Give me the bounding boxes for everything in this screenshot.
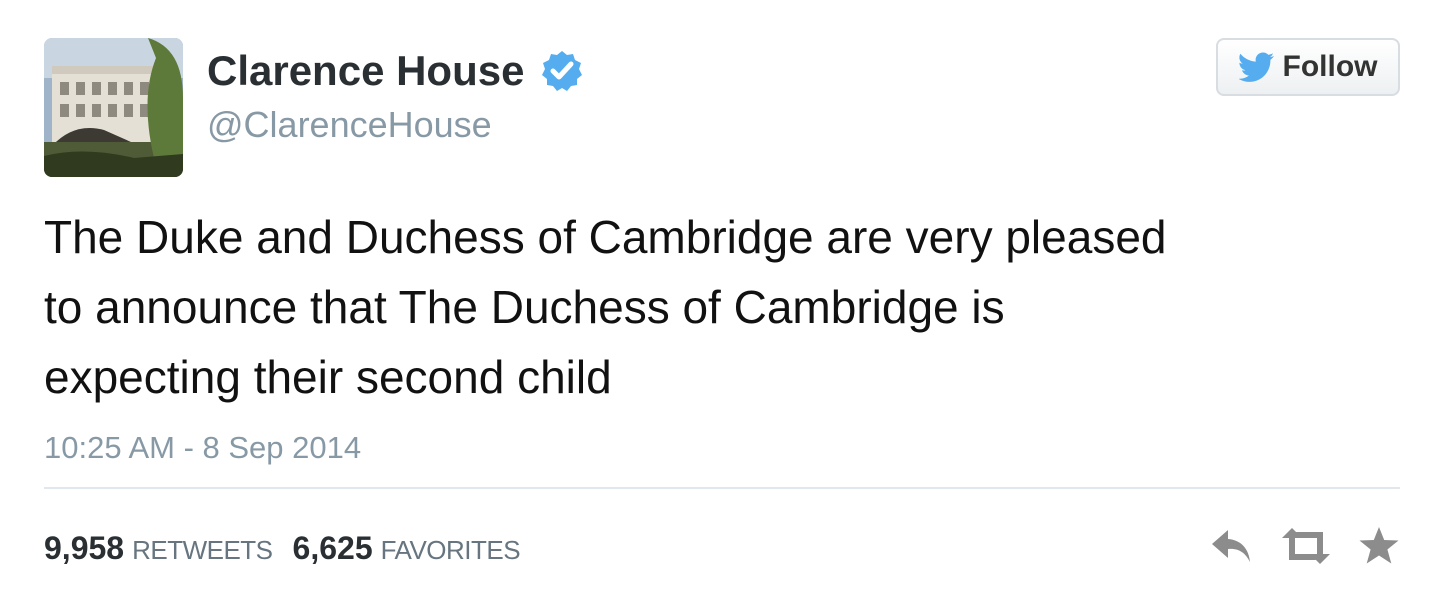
tweet-actions xyxy=(1208,526,1400,566)
avatar[interactable] xyxy=(44,38,183,177)
tweet-stats: 9,958 RETWEETS 6,625 FAVORITES xyxy=(44,530,540,567)
tweet-timestamp[interactable]: 10:25 AM - 8 Sep 2014 xyxy=(44,430,361,466)
retweets-count: 9,958 xyxy=(44,530,125,566)
tweet-text-line: expecting their second child xyxy=(44,351,612,403)
tweet-text: The Duke and Duchess of Cambridge are ve… xyxy=(44,202,1374,412)
reply-icon[interactable] xyxy=(1208,526,1254,566)
follow-button-label: Follow xyxy=(1282,50,1378,83)
avatar-image xyxy=(44,38,183,177)
favorites-label: FAVORITES xyxy=(380,535,521,565)
favorites-count: 6,625 xyxy=(292,530,373,566)
follow-button[interactable]: Follow xyxy=(1216,38,1400,96)
tweet-text-line: to announce that The Duchess of Cambridg… xyxy=(44,281,1005,333)
star-icon[interactable] xyxy=(1358,526,1400,566)
display-name-row: Clarence House xyxy=(207,44,584,98)
favorites-stat[interactable]: 6,625 FAVORITES xyxy=(293,530,521,567)
display-name[interactable]: Clarence House xyxy=(207,47,524,95)
divider xyxy=(44,487,1400,489)
twitter-bird-icon xyxy=(1238,52,1275,82)
author-handle[interactable]: @ClarenceHouse xyxy=(207,104,492,146)
retweets-stat[interactable]: 9,958 RETWEETS xyxy=(44,530,273,567)
retweets-label: RETWEETS xyxy=(132,535,273,565)
retweet-icon[interactable] xyxy=(1278,526,1334,566)
verified-badge-icon xyxy=(540,49,584,93)
tweet-text-line: The Duke and Duchess of Cambridge are ve… xyxy=(44,211,1167,263)
